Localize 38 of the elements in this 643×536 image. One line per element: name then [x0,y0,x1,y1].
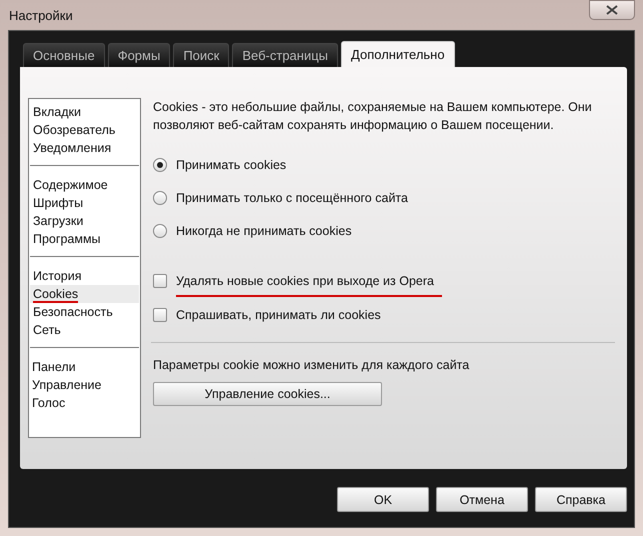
sidebar-item[interactable]: Управление [29,376,140,394]
radio-label: Принимать только с посещённого сайта [176,191,408,205]
tab[interactable]: Поиск [173,43,230,67]
sidebar-item[interactable]: История [30,267,139,285]
dialog-button[interactable]: Справка [535,487,627,512]
radio-label: Принимать cookies [176,158,286,172]
dialog-button[interactable]: OK [337,487,429,512]
checkbox-label: Спрашивать, принимать ли cookies [176,308,381,322]
sidebar-item[interactable]: Голос [29,394,140,412]
radio-label: Никогда не принимать cookies [176,224,352,238]
checkbox-label: Удалять новые cookies при выходе из Opera [176,274,442,297]
tab[interactable]: Дополнительно [341,41,455,67]
checkbox[interactable] [153,308,167,322]
sidebar-item[interactable]: Вкладки [30,103,139,121]
manage-cookies-button[interactable]: Управление cookies... [153,382,382,406]
sidebar-item[interactable]: Cookies [30,285,139,303]
note-text: Параметры cookie можно изменить для каждого сайта [153,358,470,372]
window-title: Настройки [8,8,73,22]
tab[interactable]: Основные [23,43,105,67]
sidebar-item[interactable]: Загрузки [30,212,139,230]
tab[interactable]: Веб-страницы [232,43,338,67]
close-icon [606,5,618,15]
sidebar-item[interactable]: Обозреватель [30,121,139,139]
sidebar-item[interactable]: Панели [29,358,140,376]
tab[interactable]: Формы [108,43,170,67]
close-button[interactable] [589,0,635,20]
sidebar-item[interactable]: Безопасность [30,303,139,321]
dialog-button[interactable]: Отмена [436,487,528,512]
description-text: Cookies - это небольшие файлы, сохраняемые на Вашем компьютере. Они позволяют веб-сайтам сохранять информацию о Вашем посещении. [153,99,593,134]
radio-button[interactable] [153,158,167,172]
sidebar-item[interactable]: Шрифты [30,194,139,212]
radio-button[interactable] [153,191,167,205]
checkbox[interactable] [153,274,167,288]
sidebar-item[interactable]: Сеть [30,321,139,339]
radio-button[interactable] [153,224,167,238]
sidebar-item[interactable]: Содержимое [30,176,139,194]
sidebar-item[interactable]: Программы [30,230,139,248]
sidebar-item[interactable]: Уведомления [30,139,139,157]
